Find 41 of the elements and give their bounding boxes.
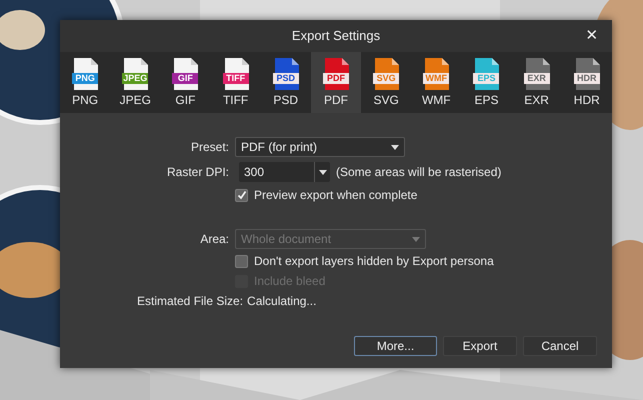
format-tab[interactable]: EPS EPS [461,52,512,113]
file-icon: GIF [172,58,198,90]
raster-dpi-label: Raster DPI: [166,164,229,181]
file-icon: TIFF [222,58,249,90]
estimated-size-label: Estimated File Size: [137,293,244,310]
close-button[interactable]: ✕ [582,26,602,46]
dialog-button[interactable]: Cancel [523,336,597,356]
file-icon: PSD [272,58,299,90]
dialog-button[interactable]: More... [354,336,437,356]
raster-note: (Some areas will be rasterised) [336,164,502,181]
format-tab[interactable]: PSD PSD [260,52,311,113]
caret-icon [391,144,399,150]
raster-dpi-field[interactable]: 300 [239,162,330,182]
file-icon: HDR [574,58,600,90]
preset-label: Preset: [190,139,229,156]
window-title: Export Settings [292,27,380,46]
format-tab[interactable]: SVG SVG [361,52,412,113]
checkbox-label: Don't export layers hidden by Export persona [254,253,494,270]
caret-icon [318,170,326,174]
preset-dropdown[interactable]: PDF (for print) [235,137,405,157]
area-label: Area: [199,231,229,248]
file-icon: WMF [423,58,450,90]
dialog-button[interactable]: Export [443,336,517,356]
file-icon: EXR [524,58,550,90]
format-tab[interactable]: TIFF TIFF [210,52,261,113]
file-icon: JPEG [122,58,148,90]
estimated-size-value: Calculating... [247,293,316,310]
format-tab[interactable]: HDR HDR [562,52,612,113]
file-icon: SVG [373,58,400,90]
file-icon: PNG [72,58,98,90]
checkbox[interactable] [235,188,248,202]
file-icon: PDF [322,58,349,90]
format-tab[interactable]: GIF GIF [160,52,211,113]
format-tab[interactable]: WMF WMF [411,52,462,113]
checkbox-label: Preview export when complete [254,187,418,204]
format-tab[interactable]: PDF PDF [310,52,362,113]
file-icon: EPS [473,58,500,90]
caret-icon [412,236,420,242]
format-tab[interactable]: JPEG JPEG [110,52,160,113]
format-tab[interactable]: EXR EXR [512,52,562,113]
checkbox[interactable] [235,254,248,268]
